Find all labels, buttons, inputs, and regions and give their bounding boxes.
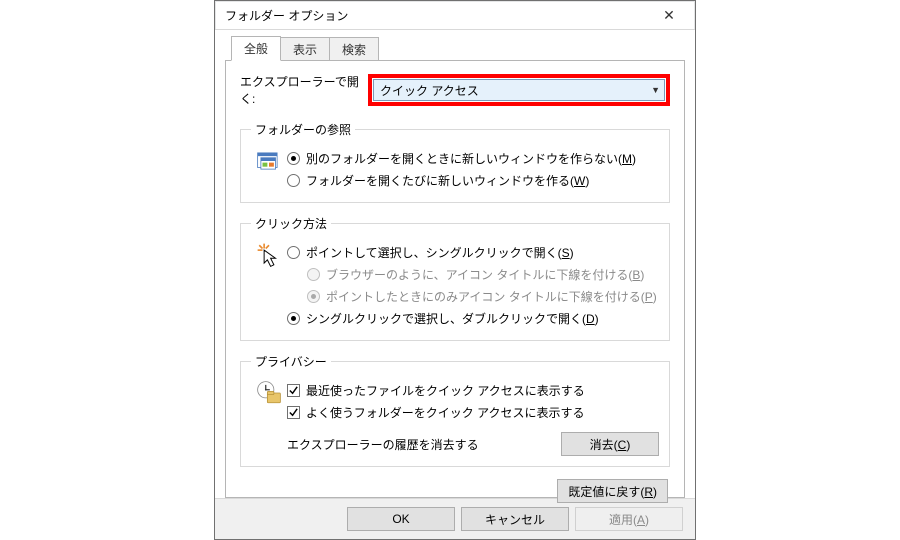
checkbox-icon bbox=[287, 406, 300, 419]
group-click-items: クリック方法 ポイントして選択 bbox=[240, 215, 670, 341]
cancel-button[interactable]: キャンセル bbox=[461, 507, 569, 531]
radio-icon bbox=[287, 246, 300, 259]
open-explorer-combo[interactable]: クイック アクセス ▼ bbox=[373, 79, 665, 101]
close-button[interactable]: ✕ bbox=[649, 1, 689, 29]
click-opt-single[interactable]: ポイントして選択し、シングルクリックで開く(S) bbox=[287, 242, 659, 262]
radio-icon bbox=[307, 290, 320, 303]
highlight-annotation: クイック アクセス ▼ bbox=[368, 74, 670, 106]
radio-icon bbox=[307, 268, 320, 281]
ok-button[interactable]: OK bbox=[347, 507, 455, 531]
tab-search[interactable]: 検索 bbox=[329, 37, 379, 61]
tab-panel-general: エクスプローラーで開く: クイック アクセス ▼ フォルダーの参照 bbox=[225, 60, 685, 498]
tab-view[interactable]: 表示 bbox=[280, 37, 330, 61]
dialog-footer: OK キャンセル 適用(A) bbox=[215, 498, 695, 539]
open-explorer-label: エクスプローラーで開く: bbox=[240, 73, 368, 107]
chevron-down-icon: ▼ bbox=[651, 85, 660, 95]
open-explorer-row: エクスプローラーで開く: クイック アクセス ▼ bbox=[240, 73, 670, 107]
click-sub-browser-underline: ブラウザーのように、アイコン タイトルに下線を付ける(B) bbox=[307, 264, 659, 284]
clear-history-button[interactable]: 消去(C) bbox=[561, 432, 659, 456]
clear-history-label: エクスプローラーの履歴を消去する bbox=[287, 436, 561, 453]
dialog-content: 全般 表示 検索 エクスプローラーで開く: クイック アクセス ▼ フォルダーの… bbox=[215, 30, 695, 498]
group-privacy: プライバシー bbox=[240, 353, 670, 467]
group-click-legend: クリック方法 bbox=[251, 215, 331, 232]
group-browse-legend: フォルダーの参照 bbox=[251, 121, 355, 138]
window-title: フォルダー オプション bbox=[225, 7, 649, 24]
privacy-icon bbox=[251, 378, 287, 406]
radio-icon bbox=[287, 174, 300, 187]
click-sub-point-underline: ポイントしたときにのみアイコン タイトルに下線を付ける(P) bbox=[307, 286, 659, 306]
privacy-check-recent-files[interactable]: 最近使ったファイルをクイック アクセスに表示する bbox=[287, 380, 659, 400]
group-privacy-legend: プライバシー bbox=[251, 353, 331, 370]
privacy-check-frequent-folders[interactable]: よく使うフォルダーをクイック アクセスに表示する bbox=[287, 402, 659, 422]
radio-icon bbox=[287, 312, 300, 325]
radio-icon bbox=[287, 152, 300, 165]
click-icon bbox=[251, 240, 287, 268]
tab-strip: 全般 表示 検索 bbox=[231, 36, 685, 60]
tab-general[interactable]: 全般 bbox=[231, 36, 281, 61]
titlebar[interactable]: フォルダー オプション ✕ bbox=[215, 1, 695, 30]
close-icon: ✕ bbox=[663, 7, 675, 24]
combo-selected-text: クイック アクセス bbox=[380, 82, 651, 99]
apply-button[interactable]: 適用(A) bbox=[575, 507, 683, 531]
browse-folders-icon bbox=[251, 146, 287, 174]
group-browse-folders: フォルダーの参照 bbox=[240, 121, 670, 203]
browse-opt-new-window[interactable]: フォルダーを開くたびに新しいウィンドウを作る(W) bbox=[287, 170, 659, 190]
folder-options-dialog: フォルダー オプション ✕ 全般 表示 検索 エクスプローラーで開く: クイック… bbox=[214, 0, 696, 540]
click-opt-double[interactable]: シングルクリックで選択し、ダブルクリックで開く(D) bbox=[287, 308, 659, 328]
restore-defaults-button[interactable]: 既定値に戻す(R) bbox=[557, 479, 668, 503]
browse-opt-same-window[interactable]: 別のフォルダーを開くときに新しいウィンドウを作らない(M) bbox=[287, 148, 659, 168]
checkbox-icon bbox=[287, 384, 300, 397]
